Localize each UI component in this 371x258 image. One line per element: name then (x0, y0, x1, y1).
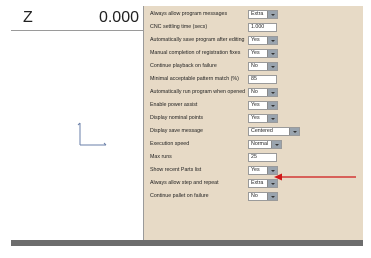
settings-panel: Always allow program messages Extra CNC … (143, 6, 363, 240)
chevron-down-icon[interactable] (267, 50, 277, 57)
status-bar (11, 240, 363, 246)
setting-label: Always allow program messages (150, 11, 228, 17)
setting-label: Automatically save program after editing (150, 37, 245, 43)
chevron-down-icon[interactable] (267, 89, 277, 96)
setting-dropdown[interactable]: Extra (248, 10, 278, 19)
chevron-down-icon[interactable] (267, 63, 277, 70)
setting-label: Display save message (150, 128, 203, 134)
setting-label: Max runs (150, 154, 172, 160)
dro-panel: Z 0.000 (11, 6, 143, 240)
chevron-down-icon[interactable] (267, 193, 277, 200)
setting-dropdown[interactable]: Normal (248, 140, 282, 149)
setting-dropdown[interactable]: Yes (248, 114, 278, 123)
dropdown-value: Yes (251, 37, 260, 43)
setting-label: Continue playback on failure (150, 63, 217, 69)
chevron-down-icon[interactable] (289, 128, 299, 135)
setting-dropdown[interactable]: Yes (248, 36, 278, 45)
setting-label: Display nominal points (150, 115, 203, 121)
setting-label: Manual completion of registration fixes (150, 50, 241, 56)
setting-text-input[interactable]: 85 (248, 75, 277, 84)
setting-dropdown[interactable]: No (248, 192, 278, 201)
dropdown-value: Yes (251, 102, 260, 108)
dropdown-value: Extra (251, 11, 264, 17)
setting-dropdown[interactable]: No (248, 62, 278, 71)
dropdown-value: Extra (251, 180, 264, 186)
setting-dropdown[interactable]: Centered (248, 127, 300, 136)
setting-text-input[interactable]: 25 (248, 153, 277, 162)
annotation-arrow (274, 173, 356, 181)
setting-label: CNC settling time (secs) (150, 24, 208, 30)
dropdown-value: Centered (251, 128, 273, 134)
dropdown-value: Yes (251, 50, 260, 56)
setting-label: Continue pallet on failure (150, 193, 209, 199)
axis-value: 0.000 (98, 9, 139, 26)
dropdown-value: No (251, 193, 258, 199)
setting-dropdown[interactable]: Yes (248, 101, 278, 110)
setting-label: Enable power assist (150, 102, 198, 108)
input-value: 1.000 (251, 24, 265, 30)
coordinate-readout: Z 0.000 (11, 6, 143, 31)
chevron-down-icon[interactable] (267, 102, 277, 109)
dropdown-value: Normal (251, 141, 269, 147)
chevron-down-icon[interactable] (267, 37, 277, 44)
setting-label: Automatically run program when opened (150, 89, 246, 95)
chevron-down-icon[interactable] (267, 11, 277, 18)
setting-text-input[interactable]: 1.000 (248, 23, 277, 32)
axis-triad-icon (77, 122, 107, 146)
chevron-down-icon[interactable] (271, 141, 281, 148)
setting-label: Minimal acceptable pattern match (%) (150, 76, 239, 82)
input-value: 25 (251, 154, 257, 160)
setting-dropdown[interactable]: Yes (248, 49, 278, 58)
setting-label: Execution speed (150, 141, 190, 147)
axis-name: Z (23, 9, 33, 26)
input-value: 85 (251, 76, 257, 82)
dropdown-value: No (251, 63, 258, 69)
dropdown-value: Yes (251, 115, 260, 121)
setting-label: Always allow step and repeat (150, 180, 219, 186)
dropdown-value: Yes (251, 167, 260, 173)
setting-label: Show recent Parts list (150, 167, 202, 173)
setting-dropdown[interactable]: No (248, 88, 278, 97)
chevron-down-icon[interactable] (267, 115, 277, 122)
dropdown-value: No (251, 89, 258, 95)
